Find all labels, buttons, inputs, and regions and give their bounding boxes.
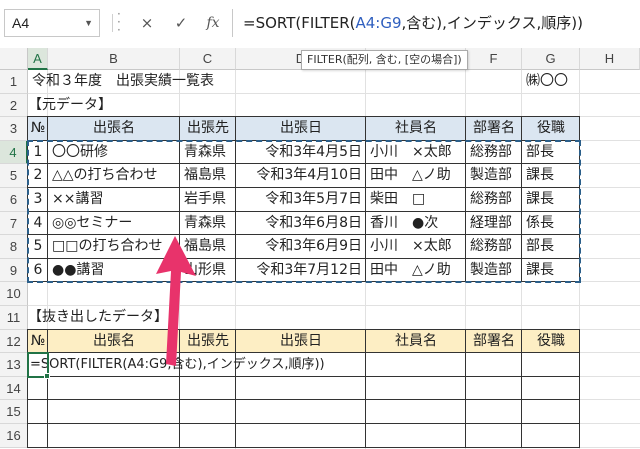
- formula-cell[interactable]: =SORT(FILTER(A4:G9,含む),インデックス,順序)): [28, 353, 522, 377]
- row-header-8[interactable]: 8: [0, 235, 28, 259]
- select-all-corner[interactable]: [0, 48, 28, 70]
- arrow-annotation-icon: [156, 236, 196, 366]
- column-header-g[interactable]: G: [522, 48, 580, 70]
- cell-position: 課長: [526, 191, 554, 207]
- cell-trip-date: 令和3年5月7日: [265, 191, 362, 207]
- section-extract-label: 【抜き出したデータ】: [28, 309, 168, 325]
- cell-trip-date: 令和3年4月10日: [256, 167, 362, 184]
- cell-trip-date: 令和3年6月9日: [265, 238, 362, 255]
- formula-range: A4:G9: [355, 14, 402, 32]
- header-trip-date: 出張日: [280, 120, 322, 137]
- company-name: ㈱〇〇: [526, 73, 568, 89]
- cell-trip-name: 〇〇研修: [52, 143, 108, 160]
- header-trip-name: 出張名: [93, 120, 135, 137]
- row-header-15[interactable]: 15: [0, 400, 28, 424]
- row-header-2[interactable]: 2: [0, 93, 28, 118]
- extract-table-hborder: [28, 423, 580, 424]
- cell-trip-name: △△の打ち合わせ: [52, 167, 158, 184]
- cell-department: 製造部: [470, 261, 512, 278]
- row-header-16[interactable]: 16: [0, 424, 28, 448]
- row-header-6[interactable]: 6: [0, 188, 28, 212]
- cell-trip-date: 令和3年6月8日: [265, 214, 362, 231]
- cell-col-no: 3: [33, 191, 43, 207]
- cell-employee: 田中 △ノ助: [370, 261, 451, 278]
- formula-input[interactable]: =SORT(FILTER(A4:G9,含む),インデックス,順序)): [232, 9, 640, 37]
- cell-trip-date: 令和3年7月12日: [256, 261, 362, 278]
- sheet-title: 令和３年度 出張実績一覧表: [32, 73, 214, 89]
- cell-department: 経理部: [470, 214, 512, 231]
- extract-table-hborder: [28, 399, 580, 401]
- cell-employee: 小川 ×太郎: [370, 143, 452, 160]
- extract-table-hborder: [28, 446, 580, 448]
- header-position: 役職: [537, 120, 565, 137]
- row-header-3[interactable]: 3: [0, 117, 28, 141]
- row-header-12[interactable]: 12: [0, 329, 28, 354]
- header-department: 部署名: [473, 120, 515, 137]
- column-header-f[interactable]: F: [466, 48, 522, 70]
- header-col-no: №: [30, 120, 46, 137]
- cell-department: 総務部: [470, 238, 512, 255]
- column-header-h[interactable]: H: [580, 48, 640, 70]
- name-box[interactable]: A4 ▼: [4, 9, 100, 37]
- header2-trip-date: 出張日: [280, 332, 322, 349]
- function-icon[interactable]: fx: [200, 10, 226, 36]
- header2-position: 役職: [537, 332, 565, 349]
- cell-trip-name: ◎◎セミナー: [52, 214, 133, 231]
- chevron-down-icon[interactable]: ▼: [84, 10, 93, 36]
- spreadsheet-grid: ABCDEFGH12345678910111213141516令和３年度 出張実…: [0, 48, 640, 449]
- cell-col-no: 1: [33, 143, 43, 160]
- section-source-label: 【元データ】: [28, 96, 112, 113]
- cell-employee: 柴田 □: [370, 191, 426, 207]
- formula-bar-divider: [112, 14, 113, 32]
- column-header-a[interactable]: A: [28, 48, 48, 70]
- row-header-4[interactable]: 4: [0, 140, 28, 165]
- cell-position: 課長: [526, 261, 554, 278]
- row-header-9[interactable]: 9: [0, 258, 28, 283]
- cell-department: 総務部: [470, 143, 512, 160]
- formula-prefix: =SORT(FILTER(: [243, 14, 356, 32]
- cell-destination: 青森県: [184, 214, 226, 231]
- formula-suffix: ,含む),インデックス,順序)): [401, 14, 583, 32]
- header2-employee: 社員名: [395, 332, 437, 349]
- row-header-7[interactable]: 7: [0, 211, 28, 236]
- cell-department: 製造部: [470, 167, 512, 184]
- function-tooltip[interactable]: FILTER(配列, 含む, [空の場合]): [301, 50, 468, 70]
- cell-employee: 田中 △ノ助: [370, 167, 451, 184]
- cell-col-no: 6: [33, 261, 43, 278]
- header2-col-no: №: [30, 332, 46, 349]
- cell-col-no: 5: [33, 238, 43, 255]
- cell-destination: 岩手県: [184, 191, 226, 207]
- cell-trip-name: ××講習: [52, 191, 104, 207]
- cancel-icon[interactable]: ×: [134, 10, 160, 36]
- column-header-b[interactable]: B: [48, 48, 180, 70]
- cell-position: 課長: [526, 167, 554, 184]
- cell-destination: 青森県: [184, 143, 226, 160]
- row-header-13[interactable]: 13: [0, 353, 28, 377]
- cell-employee: 小川 ×太郎: [370, 238, 452, 255]
- enter-icon[interactable]: ✓: [168, 10, 194, 36]
- row-header-1[interactable]: 1: [0, 70, 28, 94]
- cell-destination: 福島県: [184, 167, 226, 184]
- cell-position: 部長: [526, 143, 554, 160]
- cell-trip-date: 令和3年4月5日: [265, 143, 362, 160]
- row-header-11[interactable]: 11: [0, 306, 28, 330]
- cell-col-no: 4: [33, 214, 43, 231]
- fill-handle[interactable]: [44, 372, 50, 379]
- cell-position: 部長: [526, 238, 554, 255]
- row-header-14[interactable]: 14: [0, 376, 28, 401]
- cell-department: 総務部: [470, 191, 512, 207]
- name-box-value: A4: [12, 15, 30, 31]
- cell-employee: 香川 ●次: [370, 214, 439, 231]
- cell-position: 係長: [526, 214, 554, 231]
- header2-department: 部署名: [473, 332, 515, 349]
- row-header-10[interactable]: 10: [0, 282, 28, 306]
- row-header-5[interactable]: 5: [0, 164, 28, 188]
- cell-col-no: 2: [33, 167, 43, 184]
- header-destination: 出張先: [187, 120, 229, 137]
- column-header-c[interactable]: C: [180, 48, 236, 70]
- vertical-ellipsis-icon[interactable]: · · ·: [117, 8, 121, 36]
- header-employee: 社員名: [395, 120, 437, 137]
- formula-bar: A4 ▼ · · · × ✓ fx =SORT(FILTER(A4:G9,含む),イ…: [0, 0, 640, 45]
